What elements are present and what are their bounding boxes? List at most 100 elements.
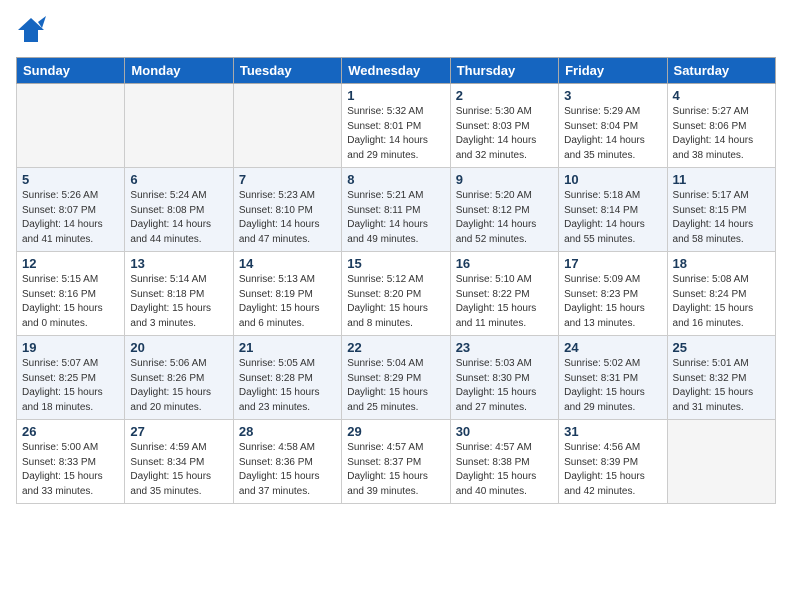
- day-number: 14: [239, 256, 336, 271]
- calendar-cell: 31 Sunrise: 4:56 AM Sunset: 8:39 PM Dayli…: [559, 420, 667, 504]
- calendar-cell: 1 Sunrise: 5:32 AM Sunset: 8:01 PM Daylig…: [342, 84, 450, 168]
- day-number: 31: [564, 424, 661, 439]
- day-number: 18: [673, 256, 770, 271]
- day-number: 27: [130, 424, 227, 439]
- calendar-table: SundayMondayTuesdayWednesdayThursdayFrid…: [16, 57, 776, 504]
- day-info: Sunrise: 5:02 AM Sunset: 8:31 PM Dayligh…: [564, 357, 661, 415]
- day-number: 25: [673, 340, 770, 355]
- page-header: [16, 16, 776, 49]
- calendar-cell: 6 Sunrise: 5:24 AM Sunset: 8:08 PM Daylig…: [125, 168, 233, 252]
- day-info: Sunrise: 5:09 AM Sunset: 8:23 PM Dayligh…: [564, 273, 661, 331]
- logo-icon: [16, 16, 46, 49]
- day-info: Sunrise: 5:12 AM Sunset: 8:20 PM Dayligh…: [347, 273, 444, 331]
- calendar-cell: 24 Sunrise: 5:02 AM Sunset: 8:31 PM Dayli…: [559, 336, 667, 420]
- calendar-cell: 5 Sunrise: 5:26 AM Sunset: 8:07 PM Daylig…: [17, 168, 125, 252]
- day-number: 2: [456, 88, 553, 103]
- day-number: 1: [347, 88, 444, 103]
- day-info: Sunrise: 4:59 AM Sunset: 8:34 PM Dayligh…: [130, 441, 227, 499]
- day-info: Sunrise: 5:03 AM Sunset: 8:30 PM Dayligh…: [456, 357, 553, 415]
- calendar-cell: 19 Sunrise: 5:07 AM Sunset: 8:25 PM Dayli…: [17, 336, 125, 420]
- calendar-cell: 17 Sunrise: 5:09 AM Sunset: 8:23 PM Dayli…: [559, 252, 667, 336]
- day-number: 26: [22, 424, 119, 439]
- day-info: Sunrise: 5:32 AM Sunset: 8:01 PM Dayligh…: [347, 105, 444, 163]
- calendar-cell: 22 Sunrise: 5:04 AM Sunset: 8:29 PM Dayli…: [342, 336, 450, 420]
- day-info: Sunrise: 5:18 AM Sunset: 8:14 PM Dayligh…: [564, 189, 661, 247]
- day-info: Sunrise: 5:20 AM Sunset: 8:12 PM Dayligh…: [456, 189, 553, 247]
- calendar-cell: 14 Sunrise: 5:13 AM Sunset: 8:19 PM Dayli…: [233, 252, 341, 336]
- day-number: 24: [564, 340, 661, 355]
- day-info: Sunrise: 5:07 AM Sunset: 8:25 PM Dayligh…: [22, 357, 119, 415]
- calendar-cell: 21 Sunrise: 5:05 AM Sunset: 8:28 PM Dayli…: [233, 336, 341, 420]
- day-info: Sunrise: 5:26 AM Sunset: 8:07 PM Dayligh…: [22, 189, 119, 247]
- calendar-cell: 3 Sunrise: 5:29 AM Sunset: 8:04 PM Daylig…: [559, 84, 667, 168]
- column-header-monday: Monday: [125, 58, 233, 84]
- day-number: 11: [673, 172, 770, 187]
- day-number: 29: [347, 424, 444, 439]
- day-info: Sunrise: 4:57 AM Sunset: 8:37 PM Dayligh…: [347, 441, 444, 499]
- day-number: 6: [130, 172, 227, 187]
- day-number: 16: [456, 256, 553, 271]
- day-number: 7: [239, 172, 336, 187]
- column-header-saturday: Saturday: [667, 58, 775, 84]
- day-info: Sunrise: 5:06 AM Sunset: 8:26 PM Dayligh…: [130, 357, 227, 415]
- day-info: Sunrise: 5:30 AM Sunset: 8:03 PM Dayligh…: [456, 105, 553, 163]
- day-info: Sunrise: 4:57 AM Sunset: 8:38 PM Dayligh…: [456, 441, 553, 499]
- calendar-cell: 2 Sunrise: 5:30 AM Sunset: 8:03 PM Daylig…: [450, 84, 558, 168]
- calendar-week-row: 19 Sunrise: 5:07 AM Sunset: 8:25 PM Dayli…: [17, 336, 776, 420]
- calendar-week-row: 26 Sunrise: 5:00 AM Sunset: 8:33 PM Dayli…: [17, 420, 776, 504]
- calendar-cell: 30 Sunrise: 4:57 AM Sunset: 8:38 PM Dayli…: [450, 420, 558, 504]
- day-number: 21: [239, 340, 336, 355]
- calendar-cell: 16Sunrise: 5:10 AM Sunset: 8:22 PM Dayli…: [450, 252, 558, 336]
- calendar-cell: 13 Sunrise: 5:14 AM Sunset: 8:18 PM Dayli…: [125, 252, 233, 336]
- day-info: Sunrise: 5:24 AM Sunset: 8:08 PM Dayligh…: [130, 189, 227, 247]
- calendar-cell: 26 Sunrise: 5:00 AM Sunset: 8:33 PM Dayli…: [17, 420, 125, 504]
- day-number: 30: [456, 424, 553, 439]
- calendar-cell: 27 Sunrise: 4:59 AM Sunset: 8:34 PM Dayli…: [125, 420, 233, 504]
- column-header-thursday: Thursday: [450, 58, 558, 84]
- day-info: Sunrise: 5:15 AM Sunset: 8:16 PM Dayligh…: [22, 273, 119, 331]
- calendar-cell: 18Sunrise: 5:08 AM Sunset: 8:24 PM Dayli…: [667, 252, 775, 336]
- day-info: Sunrise: 4:58 AM Sunset: 8:36 PM Dayligh…: [239, 441, 336, 499]
- calendar-cell: 10Sunrise: 5:18 AM Sunset: 8:14 PM Dayli…: [559, 168, 667, 252]
- calendar-cell: 11Sunrise: 5:17 AM Sunset: 8:15 PM Dayli…: [667, 168, 775, 252]
- day-info: Sunrise: 5:01 AM Sunset: 8:32 PM Dayligh…: [673, 357, 770, 415]
- day-number: 20: [130, 340, 227, 355]
- day-info: Sunrise: 5:21 AM Sunset: 8:11 PM Dayligh…: [347, 189, 444, 247]
- column-header-sunday: Sunday: [17, 58, 125, 84]
- day-info: Sunrise: 4:56 AM Sunset: 8:39 PM Dayligh…: [564, 441, 661, 499]
- calendar-cell: 23Sunrise: 5:03 AM Sunset: 8:30 PM Dayli…: [450, 336, 558, 420]
- calendar-cell: [233, 84, 341, 168]
- logo: [16, 16, 48, 49]
- calendar-cell: [17, 84, 125, 168]
- day-number: 22: [347, 340, 444, 355]
- day-number: 8: [347, 172, 444, 187]
- day-number: 4: [673, 88, 770, 103]
- column-header-friday: Friday: [559, 58, 667, 84]
- day-info: Sunrise: 5:27 AM Sunset: 8:06 PM Dayligh…: [673, 105, 770, 163]
- calendar-cell: 12Sunrise: 5:15 AM Sunset: 8:16 PM Dayli…: [17, 252, 125, 336]
- calendar-cell: 9Sunrise: 5:20 AM Sunset: 8:12 PM Daylig…: [450, 168, 558, 252]
- day-info: Sunrise: 5:05 AM Sunset: 8:28 PM Dayligh…: [239, 357, 336, 415]
- calendar-cell: [667, 420, 775, 504]
- day-number: 15: [347, 256, 444, 271]
- day-info: Sunrise: 5:00 AM Sunset: 8:33 PM Dayligh…: [22, 441, 119, 499]
- calendar-header-row: SundayMondayTuesdayWednesdayThursdayFrid…: [17, 58, 776, 84]
- day-number: 3: [564, 88, 661, 103]
- calendar-week-row: 5 Sunrise: 5:26 AM Sunset: 8:07 PM Daylig…: [17, 168, 776, 252]
- calendar-cell: [125, 84, 233, 168]
- day-info: Sunrise: 5:04 AM Sunset: 8:29 PM Dayligh…: [347, 357, 444, 415]
- day-number: 28: [239, 424, 336, 439]
- day-info: Sunrise: 5:29 AM Sunset: 8:04 PM Dayligh…: [564, 105, 661, 163]
- day-number: 5: [22, 172, 119, 187]
- day-number: 17: [564, 256, 661, 271]
- day-info: Sunrise: 5:14 AM Sunset: 8:18 PM Dayligh…: [130, 273, 227, 331]
- calendar-week-row: 12Sunrise: 5:15 AM Sunset: 8:16 PM Dayli…: [17, 252, 776, 336]
- day-number: 19: [22, 340, 119, 355]
- day-number: 13: [130, 256, 227, 271]
- column-header-tuesday: Tuesday: [233, 58, 341, 84]
- calendar-cell: 4 Sunrise: 5:27 AM Sunset: 8:06 PM Daylig…: [667, 84, 775, 168]
- calendar-week-row: 1 Sunrise: 5:32 AM Sunset: 8:01 PM Daylig…: [17, 84, 776, 168]
- calendar-cell: 8 Sunrise: 5:21 AM Sunset: 8:11 PM Daylig…: [342, 168, 450, 252]
- calendar-cell: 25 Sunrise: 5:01 AM Sunset: 8:32 PM Dayli…: [667, 336, 775, 420]
- day-info: Sunrise: 5:13 AM Sunset: 8:19 PM Dayligh…: [239, 273, 336, 331]
